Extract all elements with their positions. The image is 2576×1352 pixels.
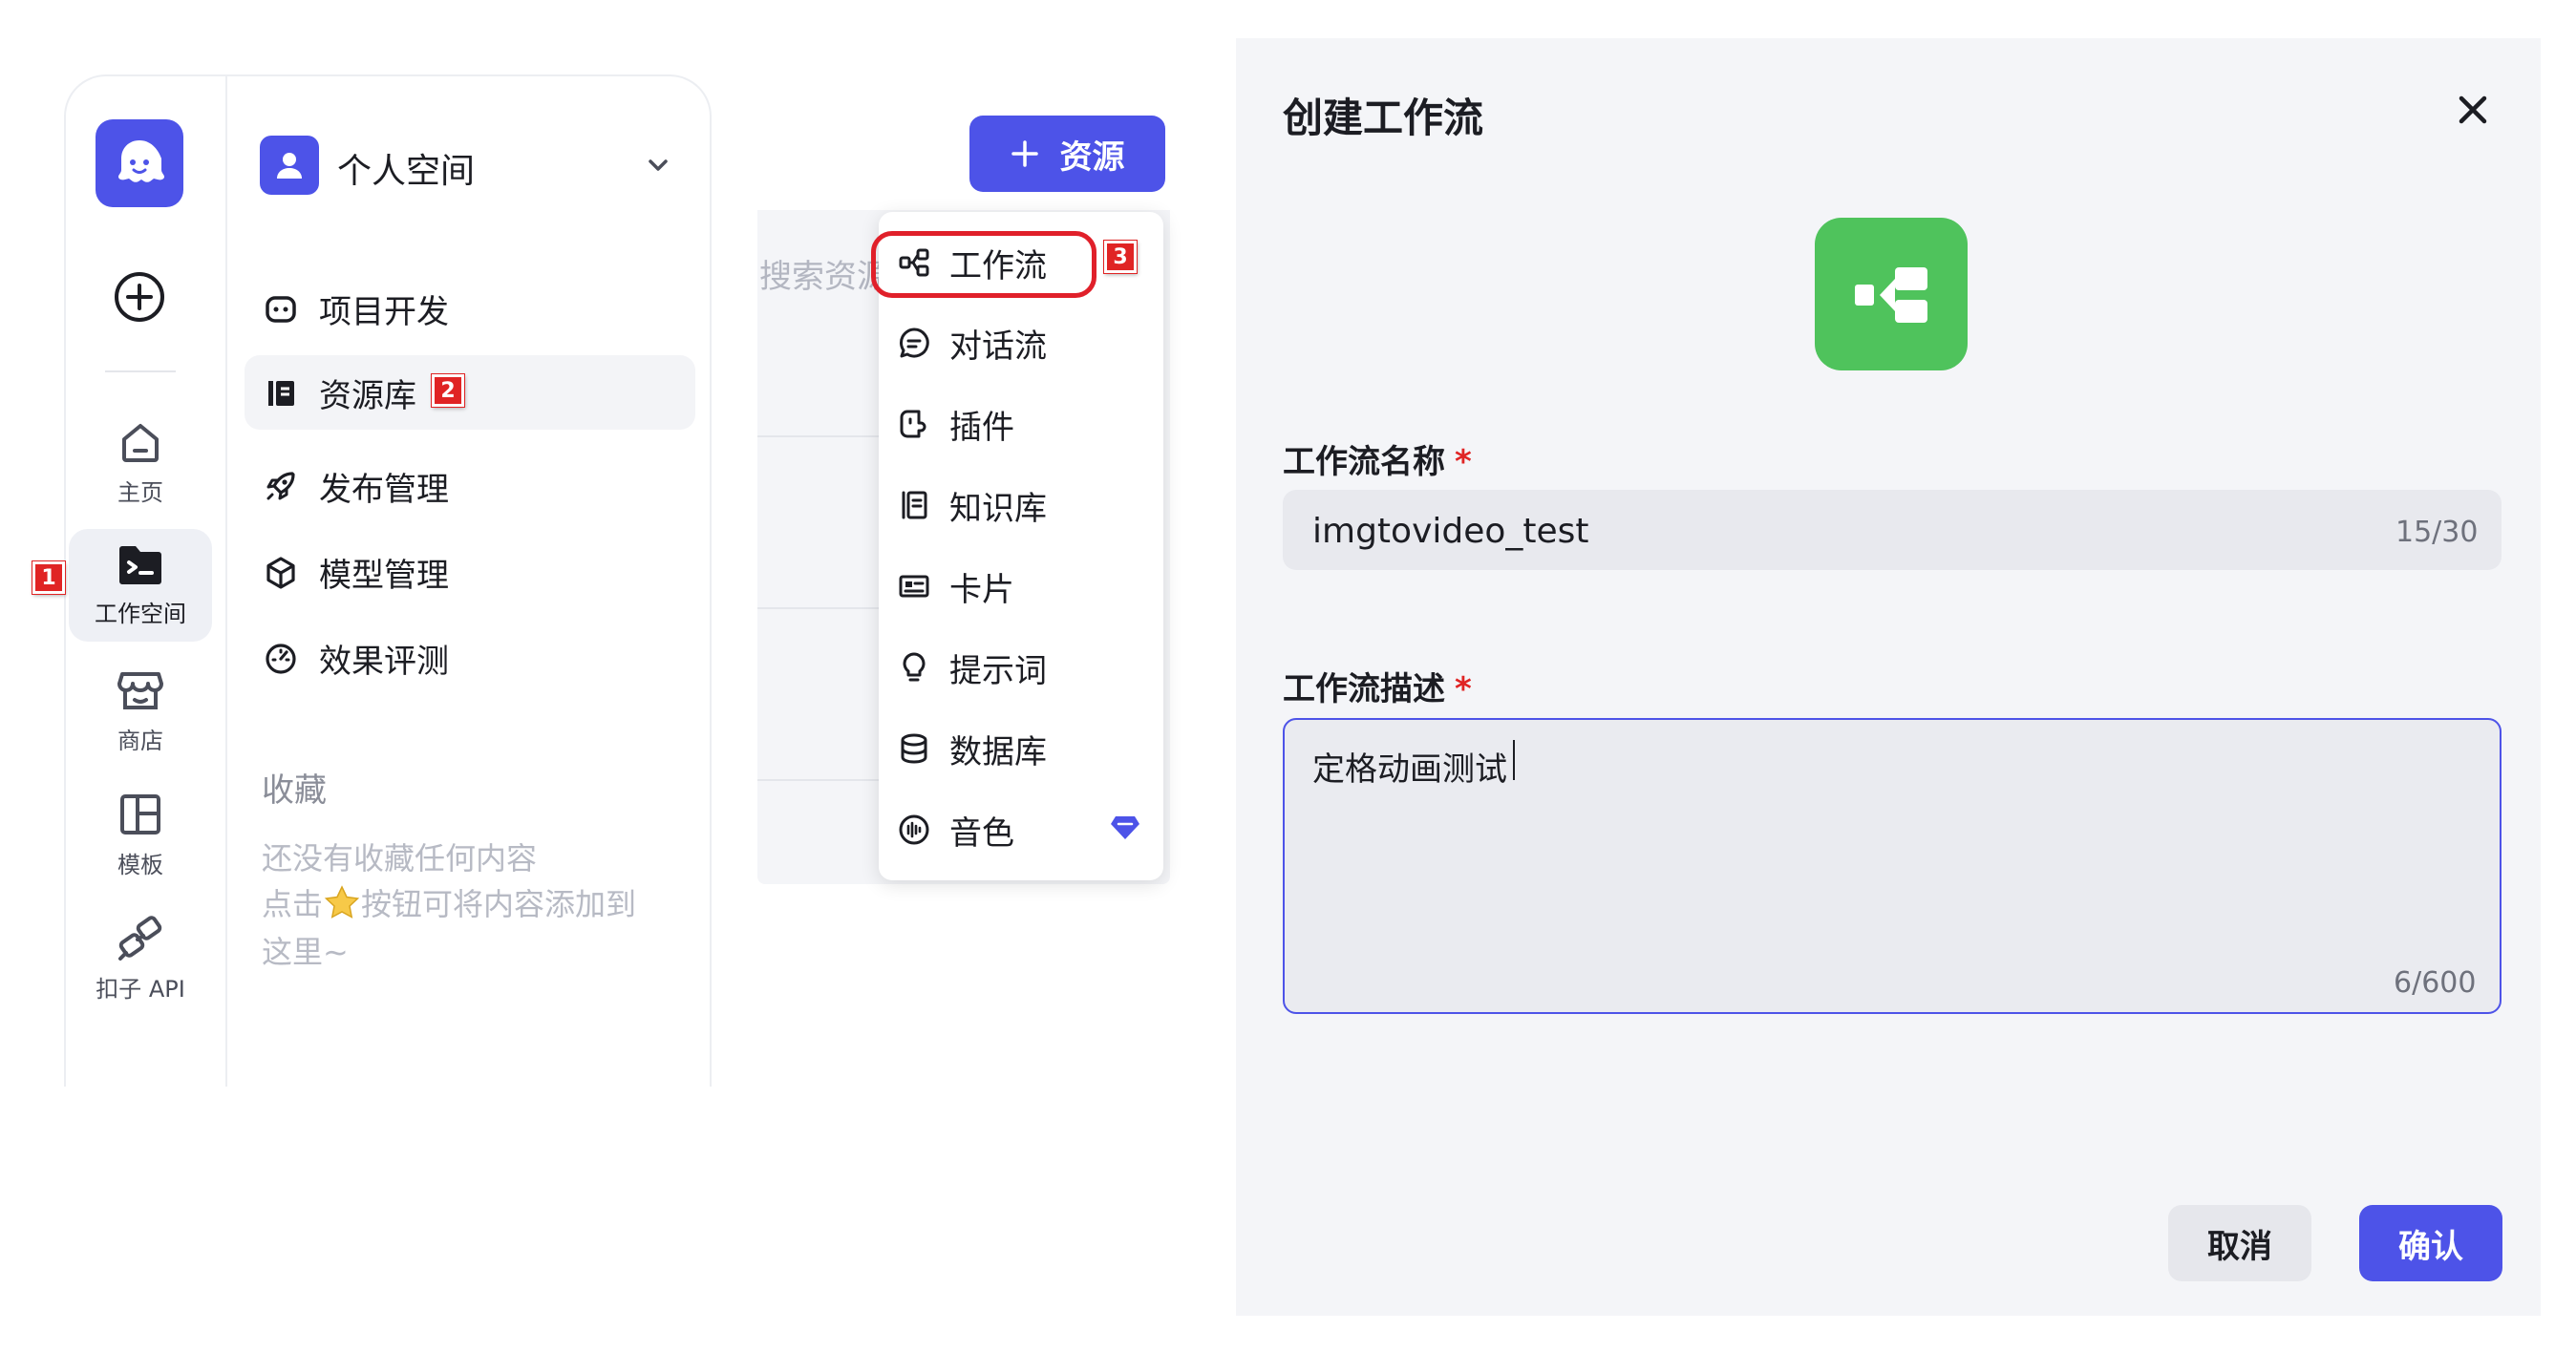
menu-item-card[interactable]: 卡片	[898, 558, 1014, 615]
rocket-icon	[266, 472, 295, 500]
user-icon	[277, 153, 302, 179]
list-divider	[757, 607, 891, 609]
store-icon	[117, 671, 163, 709]
chat-icon	[899, 327, 929, 358]
rail-item-api[interactable]: 扣子 API	[69, 902, 212, 1015]
rail-item-templates[interactable]: 模板	[69, 778, 212, 891]
desc-field-label: 工作流描述 *	[1283, 663, 1472, 709]
name-field-label: 工作流名称 *	[1283, 435, 1472, 482]
plus-icon	[1011, 140, 1038, 167]
nav-label: 效果评测	[319, 642, 449, 681]
voice-icon	[899, 814, 929, 845]
favorites-empty-line2: 点击 按钮可将内容添加到	[262, 880, 636, 924]
premium-diamond-icon	[1110, 814, 1140, 841]
cancel-button[interactable]: 取消	[2168, 1205, 2311, 1281]
workflow-icon	[1855, 267, 1927, 323]
step-badge-2: 2	[432, 374, 464, 407]
list-divider	[757, 779, 891, 781]
step-badge-3: 3	[1104, 241, 1137, 273]
rail-item-store[interactable]: 商店	[69, 654, 212, 767]
nav-label: 模型管理	[319, 556, 449, 595]
label-text: 工作流名称	[1283, 443, 1445, 481]
menu-label: 数据库	[949, 732, 1047, 771]
rail-label: 主页	[117, 478, 163, 506]
card-icon	[899, 575, 929, 598]
database-icon	[901, 733, 927, 764]
required-mark: *	[1455, 670, 1472, 708]
resource-search-input[interactable]: 搜索资源	[759, 250, 889, 297]
rail-label: 扣子 API	[96, 975, 185, 1003]
workflow-name-value: imgtovideo_test	[1312, 512, 1589, 551]
text-caret	[1513, 740, 1515, 780]
menu-label: 提示词	[949, 651, 1047, 690]
plug-icon	[118, 915, 162, 961]
menu-label: 知识库	[949, 489, 1047, 528]
nav-project-dev[interactable]: 项目开发	[245, 271, 695, 346]
lightbulb-icon	[903, 652, 926, 682]
favorites-empty-line3: 这里~	[262, 934, 349, 970]
menu-item-database[interactable]: 数据库	[898, 720, 1047, 777]
add-resource-button[interactable]: 资源	[969, 116, 1165, 192]
create-icon[interactable]	[113, 270, 166, 324]
nav-model-management[interactable]: 模型管理	[245, 535, 695, 609]
menu-item-plugin[interactable]: 插件	[898, 395, 1014, 453]
favorites-empty-line1: 还没有收藏任何内容	[262, 840, 538, 877]
menu-label: 对话流	[949, 327, 1047, 366]
rail-label: 模板	[117, 851, 163, 878]
nav-evaluation[interactable]: 效果评测	[245, 621, 695, 695]
robot-face-icon	[266, 296, 296, 323]
highlight-annotation	[871, 231, 1096, 298]
gauge-icon	[266, 644, 296, 674]
chevron-down-icon[interactable]	[646, 153, 671, 178]
rail-label: 商店	[117, 727, 163, 754]
resource-type-menu	[879, 212, 1163, 880]
menu-item-chatflow[interactable]: 对话流	[898, 314, 1047, 371]
add-resource-label: 资源	[1059, 137, 1125, 177]
workspace-name[interactable]: 个人空间	[337, 143, 475, 193]
rail-item-home[interactable]: 主页	[69, 406, 212, 518]
app-logo[interactable]	[96, 119, 183, 207]
menu-item-knowledge[interactable]: 知识库	[898, 476, 1047, 534]
favorites-text: 点击	[262, 886, 324, 922]
nav-publish[interactable]: 发布管理	[245, 449, 695, 523]
ghost-logo-icon	[118, 140, 164, 182]
desc-char-count: 6/600	[2394, 966, 2477, 1000]
menu-item-voice[interactable]: 音色	[898, 801, 1014, 858]
name-char-count: 15/30	[2395, 516, 2479, 549]
list-divider	[757, 435, 891, 437]
label-text: 工作流描述	[1283, 670, 1445, 708]
nav-resource-library[interactable]: 资源库	[245, 355, 695, 430]
nav-label: 发布管理	[319, 470, 449, 509]
dialog-title: 创建工作流	[1283, 95, 1484, 141]
required-mark: *	[1455, 443, 1472, 481]
close-icon[interactable]	[2453, 90, 2493, 130]
rail-item-workspace[interactable]: 工作空间	[69, 529, 212, 642]
confirm-button[interactable]: 确认	[2359, 1205, 2502, 1281]
nav-label: 资源库	[319, 376, 416, 415]
step-badge-1: 1	[32, 561, 65, 594]
terminal-folder-icon	[119, 545, 161, 584]
model-cube-icon	[266, 557, 295, 589]
favorites-text: 按钮可将内容添加到	[361, 886, 637, 922]
plugin-icon	[900, 410, 926, 438]
menu-label: 音色	[949, 813, 1014, 853]
menu-item-prompt[interactable]: 提示词	[898, 639, 1047, 696]
book-icon	[268, 381, 294, 406]
workflow-avatar[interactable]	[1815, 218, 1968, 370]
home-icon	[122, 423, 159, 462]
menu-label: 卡片	[949, 570, 1014, 609]
workspace-avatar	[260, 136, 319, 195]
knowledge-icon	[902, 491, 927, 519]
workflow-description-value: 定格动画测试	[1312, 750, 1507, 789]
menu-label: 插件	[949, 408, 1014, 447]
star-icon	[324, 885, 360, 919]
nav-label: 项目开发	[319, 292, 449, 331]
favorites-title: 收藏	[262, 771, 327, 810]
template-icon	[120, 793, 160, 834]
rail-label: 工作空间	[95, 600, 186, 627]
rail-divider	[105, 370, 176, 372]
